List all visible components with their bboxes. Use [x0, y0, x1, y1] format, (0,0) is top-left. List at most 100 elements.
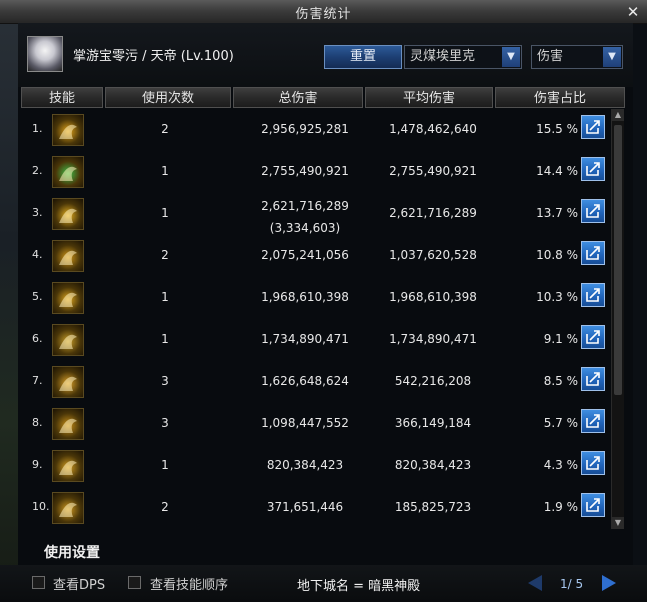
show-dps-label[interactable]: 查看DPS	[53, 574, 105, 593]
total-damage: 2,755,490,921	[261, 164, 349, 178]
use-count: 1	[161, 458, 169, 472]
pillar-glow-icon	[52, 366, 84, 398]
page-indicator: 1/ 5	[560, 577, 584, 591]
share-icon[interactable]	[581, 241, 605, 265]
total-damage: 2,621,716,289	[261, 199, 349, 213]
rank-number: 1.	[32, 122, 43, 135]
share-icon[interactable]	[581, 157, 605, 181]
damage-share: 10.8 %	[536, 248, 578, 262]
rank-number: 6.	[32, 332, 43, 345]
share-icon[interactable]	[581, 325, 605, 349]
show-skill-order-label[interactable]: 查看技能顺序	[150, 574, 228, 593]
character-header: 掌游宝零污 / 天帝 (Lv.100) 重置 灵煤埃里克 ▼ 伤害 ▼	[18, 23, 633, 87]
flame-slash-icon	[52, 114, 84, 146]
window-title: 伤害统计	[295, 7, 352, 22]
table-row: 2. 1 2,755,490,921 2,755,490,921 14.4 %	[18, 151, 618, 192]
wave-arrow-icon	[52, 240, 84, 272]
use-count: 1	[161, 206, 169, 220]
rank-number: 5.	[32, 290, 43, 303]
chevron-down-icon[interactable]: ▼	[502, 47, 520, 67]
total-damage: 2,956,925,281	[261, 122, 349, 136]
column-damage-share[interactable]: 伤害占比	[495, 87, 625, 108]
share-icon[interactable]	[581, 451, 605, 475]
total-damage: 1,098,447,552	[261, 416, 349, 430]
share-icon[interactable]	[581, 115, 605, 139]
column-skill[interactable]: 技能	[21, 87, 103, 108]
total-damage-extra: (3,334,603)	[269, 221, 341, 235]
total-damage: 2,075,241,056	[261, 248, 349, 262]
average-damage: 366,149,184	[394, 416, 472, 430]
rank-number: 3.	[32, 206, 43, 219]
table-row: 3. 1 2,621,716,289 (3,334,603) 2,621,716,289…	[18, 193, 618, 235]
damage-share: 15.5 %	[536, 122, 578, 136]
damage-share: 13.7 %	[536, 206, 578, 220]
damage-share: 4.3 %	[543, 458, 578, 472]
title-bar[interactable]: 伤害统计 ✕	[0, 0, 647, 24]
column-uses[interactable]: 使用次数	[105, 87, 231, 108]
average-damage: 1,734,890,471	[389, 332, 477, 346]
rank-number: 10.	[32, 500, 50, 513]
close-icon[interactable]: ✕	[625, 4, 641, 20]
rune-circle-icon	[52, 408, 84, 440]
total-damage: 1,734,890,471	[261, 332, 349, 346]
total-damage: 371,651,446	[266, 500, 344, 514]
footer-bar: 查看DPS 查看技能顺序 地下城名 = 暗黑神殿 1/ 5	[0, 565, 647, 602]
next-page-icon[interactable]	[602, 575, 616, 591]
table-header: 技能 使用次数 总伤害 平均伤害 伤害占比	[21, 87, 625, 109]
share-icon[interactable]	[581, 493, 605, 517]
target-select[interactable]: 灵煤埃里克 ▼	[404, 45, 522, 69]
sun-face-icon	[52, 450, 84, 482]
triple-wave-icon	[52, 324, 84, 356]
average-damage: 542,216,208	[394, 374, 472, 388]
table-row: 5. 1 1,968,610,398 1,968,610,398 10.3 %	[18, 277, 618, 318]
use-count: 3	[161, 416, 169, 430]
share-icon[interactable]	[581, 283, 605, 307]
rank-number: 8.	[32, 416, 43, 429]
settings-label[interactable]: 使用设置	[44, 542, 100, 562]
table-row: 6. 1 1,734,890,471 1,734,890,471 9.1 %	[18, 319, 618, 360]
damage-share: 8.5 %	[543, 374, 578, 388]
table-row: 10. 2 371,651,446 185,825,723 1.9 %	[18, 487, 618, 528]
scroll-up-icon[interactable]: ▲	[612, 109, 624, 121]
share-icon[interactable]	[581, 409, 605, 433]
table-row: 8. 3 1,098,447,552 366,149,184 5.7 %	[18, 403, 618, 444]
storm-strike-icon	[52, 198, 84, 230]
dungeon-name: 地下城名 = 暗黑神殿	[297, 579, 421, 594]
reset-button[interactable]: 重置	[324, 45, 402, 69]
green-lightning-icon	[52, 156, 84, 188]
crown-burst-icon	[52, 282, 84, 314]
share-icon[interactable]	[581, 367, 605, 391]
average-damage: 1,968,610,398	[389, 290, 477, 304]
column-average-damage[interactable]: 平均伤害	[365, 87, 493, 108]
scrollbar[interactable]: ▲ ▼	[611, 109, 624, 529]
rank-number: 7.	[32, 374, 43, 387]
use-count: 1	[161, 332, 169, 346]
use-count: 1	[161, 290, 169, 304]
scroll-down-icon[interactable]: ▼	[612, 517, 624, 529]
rank-number: 9.	[32, 458, 43, 471]
scroll-thumb[interactable]	[614, 125, 622, 395]
average-damage: 2,621,716,289	[389, 206, 477, 220]
use-count: 3	[161, 374, 169, 388]
share-icon[interactable]	[581, 199, 605, 223]
metric-select[interactable]: 伤害 ▼	[531, 45, 623, 69]
column-total-damage[interactable]: 总伤害	[233, 87, 363, 108]
table-row: 1. 2 2,956,925,281 1,478,462,640 15.5 %	[18, 109, 618, 150]
character-name: 掌游宝零污 / 天帝 (Lv.100)	[73, 49, 234, 64]
total-damage: 1,626,648,624	[261, 374, 349, 388]
use-count: 2	[161, 500, 169, 514]
avatar	[27, 36, 63, 72]
average-damage: 1,037,620,528	[389, 248, 477, 262]
average-damage: 820,384,423	[394, 458, 472, 472]
damage-share: 1.9 %	[543, 500, 578, 514]
total-damage: 1,968,610,398	[261, 290, 349, 304]
chevron-down-icon[interactable]: ▼	[603, 47, 621, 67]
use-count: 1	[161, 164, 169, 178]
prev-page-icon[interactable]	[528, 575, 542, 591]
show-skill-order-checkbox[interactable]	[128, 576, 141, 589]
table-row: 7. 3 1,626,648,624 542,216,208 8.5 %	[18, 361, 618, 402]
show-dps-checkbox[interactable]	[32, 576, 45, 589]
table-row: 4. 2 2,075,241,056 1,037,620,528 10.8 %	[18, 235, 618, 276]
metric-select-value: 伤害	[537, 49, 564, 64]
total-damage: 820,384,423	[266, 458, 344, 472]
